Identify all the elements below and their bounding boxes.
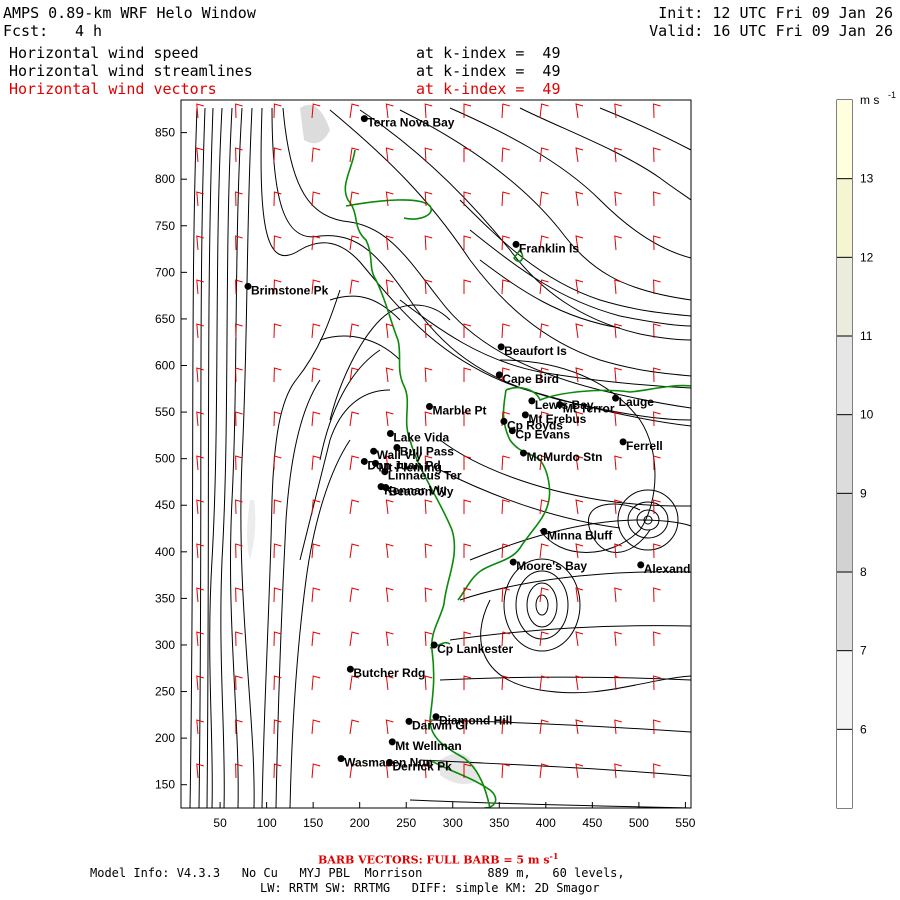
location-label: Alexander	[644, 562, 702, 576]
location-label: Minna Bluff	[547, 528, 613, 542]
location-label: Cape Bird	[502, 372, 559, 386]
colorbar-segment	[837, 414, 852, 494]
colorbar-level-label: 10	[860, 408, 874, 422]
y-tick-label: 550	[155, 405, 175, 419]
x-tick-label: 500	[629, 816, 649, 830]
colorbar-segment	[837, 336, 852, 415]
x-tick-label: 300	[443, 816, 463, 830]
colorbar-level-label: 8	[860, 565, 867, 579]
location-label: Mt Erebus	[528, 412, 586, 426]
colorbar-segment	[837, 493, 852, 572]
y-tick-label: 650	[155, 312, 175, 326]
location-label: Linnaeus Ter	[388, 469, 462, 483]
location-label: Derrick Pk	[392, 759, 452, 773]
x-tick-label: 350	[489, 816, 509, 830]
x-tick-label: 200	[350, 816, 370, 830]
barb-note: BARB VECTORS: FULL BARB = 5 m s-1	[318, 851, 558, 867]
y-tick-label: 850	[155, 126, 175, 140]
colorbar-level-label: 7	[860, 644, 867, 658]
colorbar-segment	[837, 100, 852, 179]
location-label: Moore's Bay	[516, 559, 587, 573]
y-tick-label: 400	[155, 545, 175, 559]
location-label: Terra Nova Bay	[367, 116, 454, 130]
y-tick-label: 150	[155, 778, 175, 792]
y-tick-label: 200	[155, 731, 175, 745]
location-label: Franklin Is	[519, 241, 579, 255]
y-tick-label: 600	[155, 359, 175, 373]
location-label: Brimstone Pk	[251, 283, 329, 297]
physics-info: LW: RRTM SW: RRTMG DIFF: simple KM: 2D S…	[260, 881, 600, 895]
x-tick-label: 100	[257, 816, 277, 830]
colorbar: 13 12 11 10 9 8 7 6 m s -1	[836, 90, 896, 809]
location-label: Beacon Vly	[389, 485, 454, 499]
colorbar-level-label: 12	[860, 250, 874, 264]
location-label: Marble Pt	[432, 403, 486, 417]
location-label: Cp Evans	[515, 428, 570, 442]
colorbar-segment	[837, 572, 852, 651]
x-tick-label: 50	[213, 816, 227, 830]
colorbar-unit: m s	[860, 93, 879, 107]
colorbar-level-label: 6	[860, 722, 867, 736]
location-label: Lauge	[619, 395, 655, 409]
barb-note-exp: -1	[549, 851, 559, 861]
colorbar-segment	[837, 178, 852, 258]
x-tick-label: 450	[582, 816, 602, 830]
y-tick-label: 500	[155, 452, 175, 466]
map-plot-area: Terra Nova Bay Franklin Is Brimstone Pk Bea…	[181, 100, 702, 808]
x-tick-label: 150	[303, 816, 323, 830]
location-label: Butcher Rdg	[353, 666, 425, 680]
colorbar-segments: 13 12 11 10 9 8 7 6	[837, 100, 874, 808]
location-label: Cp Lankester	[437, 642, 513, 656]
location-label: Ferrell	[626, 439, 663, 453]
colorbar-segment	[837, 729, 852, 808]
colorbar-segment	[837, 257, 852, 336]
location-label: Diamond Hill	[439, 714, 512, 728]
location-label: Beaufort Is	[504, 344, 567, 358]
colorbar-segment	[837, 650, 852, 730]
barb-note-text: BARB VECTORS: FULL BARB = 5 m s	[318, 853, 550, 867]
y-tick-label: 300	[155, 638, 175, 652]
x-tick-label: 400	[536, 816, 556, 830]
location-label: Lake Vida	[393, 431, 449, 445]
colorbar-level-label: 13	[860, 172, 874, 186]
location-label: Mt Wellman	[395, 739, 461, 753]
wind-map: Terra Nova Bay Franklin Is Brimstone Pk Bea…	[155, 90, 896, 830]
location-label: Bull Pass	[400, 444, 454, 458]
y-tick-label: 800	[155, 172, 175, 186]
y-tick-label: 450	[155, 498, 175, 512]
x-tick-label: 250	[396, 816, 416, 830]
location-label: McMurdo Stn	[526, 450, 602, 464]
y-tick-label: 750	[155, 219, 175, 233]
y-tick-label: 350	[155, 591, 175, 605]
colorbar-level-label: 11	[860, 329, 873, 343]
y-tick-label: 700	[155, 265, 175, 279]
colorbar-unit-exp: -1	[888, 90, 896, 100]
colorbar-level-label: 9	[860, 486, 867, 500]
y-tick-label: 250	[155, 685, 175, 699]
model-info: Model Info: V4.3.3 No Cu MYJ PBL Morriso…	[90, 866, 625, 880]
x-tick-label: 550	[675, 816, 695, 830]
